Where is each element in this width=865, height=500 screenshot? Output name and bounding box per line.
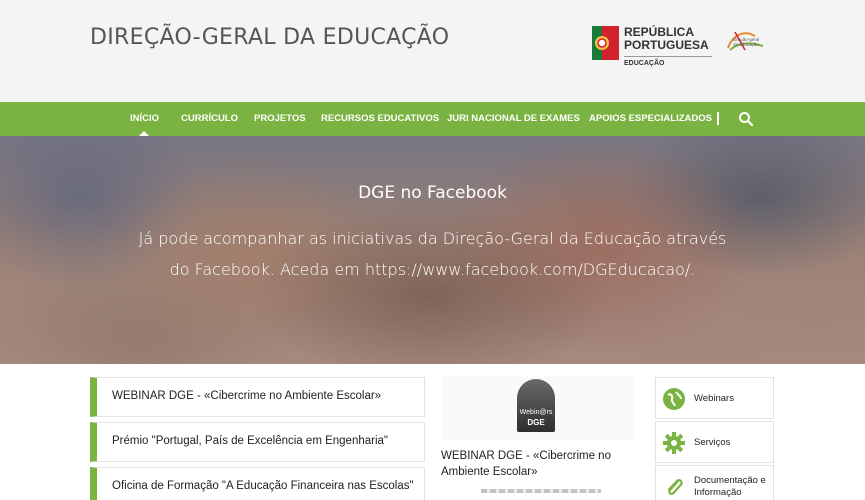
service-label: Serviços <box>694 437 731 448</box>
search-icon[interactable] <box>738 111 754 127</box>
nav-item-curriculo[interactable]: CURRÍCULO <box>181 113 238 124</box>
globe-icon <box>663 388 685 410</box>
feature-strip <box>481 489 601 493</box>
rp-divider <box>624 56 712 57</box>
rp-name-line2: PORTUGUESA <box>624 38 709 52</box>
gear-icon <box>663 432 685 454</box>
hero-banner[interactable]: DGE no Facebook Já pode acompanhar as in… <box>0 136 865 364</box>
news-item[interactable]: Prémio "Portugal, País de Excelência em … <box>90 422 425 462</box>
service-webinars[interactable]: Webinars <box>655 377 774 419</box>
webinars-badge: Webin@rs DGE <box>517 379 555 432</box>
webinars-badge-line2: DGE <box>527 418 545 427</box>
news-item-title: Prémio "Portugal, País de Excelência em … <box>112 435 389 447</box>
news-item-title: Oficina de Formação "A Educação Financei… <box>112 480 414 492</box>
nav-divider <box>717 112 719 125</box>
nav-item-recursos-educativos[interactable]: RECURSOS EDUCATIVOS <box>321 113 439 124</box>
webinars-badge-line1: Webin@rs <box>519 409 553 416</box>
service-label: Webinars <box>694 393 734 404</box>
nav-item-inicio[interactable]: INÍCIO <box>130 113 159 124</box>
nav-item-juri-nacional[interactable]: JURI NACIONAL DE EXAMES <box>447 113 580 124</box>
nav-item-projetos[interactable]: PROJETOS <box>254 113 306 124</box>
paperclip-icon <box>667 479 683 496</box>
svg-text:da educação: da educação <box>733 42 759 47</box>
nav-item-apoios-especializados[interactable]: APOIOS ESPECIALIZADOS <box>589 113 712 124</box>
site-title[interactable]: DIREÇÃO-GERAL DA EDUCAÇÃO <box>90 25 449 50</box>
main-nav: INÍCIO CURRÍCULO PROJETOS RECURSOS EDUCA… <box>0 102 865 137</box>
service-servicos[interactable]: Serviços <box>655 421 774 463</box>
feature-image[interactable]: Webin@rs DGE <box>441 376 635 440</box>
rp-ministry: EDUCAÇÃO <box>624 60 665 67</box>
hero-title[interactable]: DGE no Facebook <box>0 183 865 203</box>
portugal-emblem-icon <box>592 26 619 60</box>
service-documentacao[interactable]: Documentação e Informação <box>655 465 774 500</box>
news-item[interactable]: WEBINAR DGE - «Cibercrime no Ambiente Es… <box>90 377 425 417</box>
dge-logo[interactable]: direção-geral da educação <box>725 28 767 54</box>
feature-card[interactable]: Webin@rs DGE WEBINAR DGE - «Cibercrime n… <box>441 376 635 500</box>
feature-title[interactable]: WEBINAR DGE - «Cibercrime no Ambiente Es… <box>441 448 635 480</box>
news-item[interactable]: Oficina de Formação "A Educação Financei… <box>90 467 425 500</box>
hero-text: Já pode acompanhar as iniciativas da Dir… <box>138 229 727 279</box>
news-item-title: WEBINAR DGE - «Cibercrime no Ambiente Es… <box>112 390 382 402</box>
service-label: Documentação e Informação <box>694 475 766 498</box>
site-header: DIREÇÃO-GERAL DA EDUCAÇÃO REPÚBLICA PORT… <box>0 0 865 102</box>
republica-portuguesa-logo[interactable]: REPÚBLICA PORTUGUESA EDUCAÇÃO <box>592 24 712 74</box>
